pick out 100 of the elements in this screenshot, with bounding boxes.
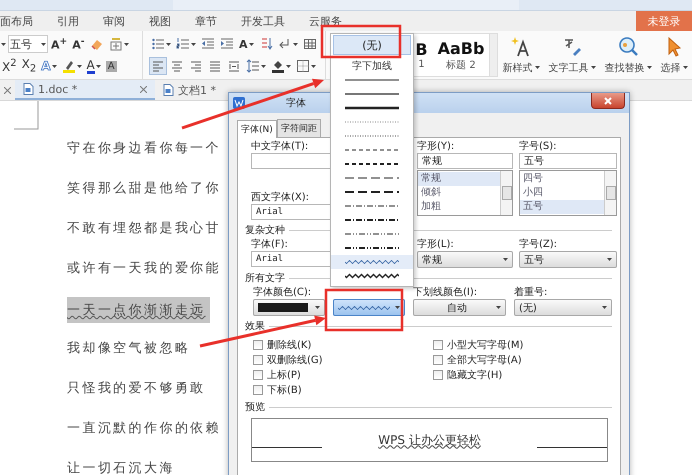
close-button[interactable] <box>591 93 625 109</box>
superscript-button[interactable]: X$^{2}$ <box>0 57 19 75</box>
checkbox[interactable] <box>253 384 263 394</box>
field-label: 西文字体(X): <box>251 191 310 204</box>
document-line: 或许有一天我的爱你能 <box>67 260 221 278</box>
document-tab[interactable]: 文档1 * <box>155 80 224 100</box>
menu-tab[interactable]: 章节 <box>183 14 229 28</box>
indent-icon <box>220 37 234 51</box>
close-icon <box>604 96 612 104</box>
shrink-font-button[interactable]: A$^{-}$ <box>70 35 87 53</box>
dropdown[interactable]: 五号 <box>519 251 617 268</box>
document-line: 笑得那么甜是他给了你 <box>67 180 221 198</box>
document-tab[interactable]: 1.doc * <box>15 80 155 100</box>
text-effect-button[interactable]: A <box>39 57 59 75</box>
list-option[interactable]: 四号 <box>520 172 604 186</box>
dropdown[interactable]: (无) <box>514 299 612 316</box>
checkbox[interactable] <box>433 340 443 350</box>
underline-style-sample <box>345 147 399 153</box>
borders-button[interactable] <box>294 57 318 75</box>
list-option[interactable]: 五号 <box>520 200 604 214</box>
char-scale-button[interactable]: A <box>237 35 256 53</box>
list-option[interactable]: 小四 <box>520 186 604 200</box>
menu-tab[interactable]: 面布局 <box>0 14 45 28</box>
caret-icon <box>41 42 46 46</box>
menu-section-label: 字下加线 <box>351 60 393 73</box>
underline-style-sample <box>345 119 399 125</box>
checkbox[interactable] <box>253 370 263 380</box>
checkbox-label: 小型大写字母(M) <box>447 338 524 352</box>
scrollbar[interactable] <box>500 171 512 215</box>
document-line: 一直沉默的作你的依赖 <box>67 420 221 438</box>
grow-font-button[interactable]: A$^{+}$ <box>49 35 70 53</box>
caret-icon <box>646 66 652 69</box>
caret-icon <box>602 306 607 309</box>
char-shading-button[interactable]: A <box>104 57 119 75</box>
caret-icon <box>166 42 171 46</box>
bullet-list-icon <box>151 37 165 51</box>
list-option[interactable]: 常规 <box>418 172 500 186</box>
justify-icon <box>208 59 222 73</box>
document-line: 让一切石沉大海 <box>67 460 175 475</box>
ribbon-button[interactable]: 文字工具 <box>546 31 598 79</box>
outdent-icon <box>201 37 215 51</box>
menu-tab[interactable]: 开发工具 <box>229 14 297 28</box>
caret-icon <box>124 42 129 46</box>
list-option[interactable]: 倾斜 <box>418 186 500 200</box>
dialog-tab[interactable]: 字体(N) <box>237 120 277 138</box>
align-left-icon <box>151 59 165 73</box>
dropdown[interactable]: 常规 <box>417 251 513 268</box>
text-field[interactable]: 五号 <box>519 153 617 169</box>
dialog-title: 字体 <box>286 96 306 110</box>
menu-tab[interactable]: 引用 <box>45 14 91 28</box>
font-size-field[interactable]: 五号 <box>8 35 48 53</box>
ribbon-button[interactable]: 选择 <box>658 31 690 79</box>
preview-text: WPS 让办公更轻松 <box>378 432 481 448</box>
underline-style-sample <box>345 105 399 111</box>
dialog-tab[interactable]: 字符间距 <box>276 119 321 137</box>
page-corner-mark <box>14 101 39 131</box>
subscript-button[interactable]: X$_{2}$ <box>20 57 38 75</box>
ribbon-button[interactable]: 查找替换 <box>602 31 654 79</box>
font-color-button[interactable]: A <box>84 57 103 75</box>
menu-item[interactable]: (无) <box>333 35 411 55</box>
line-spacing-button[interactable] <box>244 57 268 75</box>
caret-icon <box>76 64 82 68</box>
color-dropdown[interactable] <box>253 299 325 316</box>
checkbox[interactable] <box>433 370 443 380</box>
menu-tab[interactable]: 视图 <box>137 14 183 28</box>
list-option[interactable]: 加粗 <box>418 200 500 214</box>
close-icon[interactable] <box>4 86 11 94</box>
field-label: 字号(S): <box>519 140 557 153</box>
group-heading: 所有文字 <box>245 272 285 285</box>
checkbox-label: 删除线(K) <box>267 338 312 352</box>
scrollbar[interactable] <box>604 171 616 215</box>
eraser-icon <box>90 37 104 51</box>
dropdown[interactable]: 自动 <box>413 299 506 316</box>
field-label: 中文字体(T): <box>251 140 308 153</box>
checkbox[interactable] <box>433 354 443 364</box>
align-left-button[interactable] <box>149 57 167 75</box>
underline-style-sample <box>345 161 399 167</box>
style-name: 1 <box>418 59 425 70</box>
style-sample[interactable]: AaBb <box>438 38 484 58</box>
caret-icon <box>311 64 316 68</box>
caret-icon <box>395 306 400 309</box>
caret-icon <box>248 42 254 46</box>
document-line: 守在你身边看你每一个 <box>67 140 221 158</box>
text-field[interactable]: 常规 <box>417 153 513 169</box>
checkbox[interactable] <box>253 354 263 364</box>
gallery-scrollbar[interactable] <box>489 34 497 76</box>
caret-icon <box>96 64 101 68</box>
style-sample[interactable]: B <box>415 40 428 59</box>
checkbox[interactable] <box>253 340 263 350</box>
field-label: 字体(F): <box>251 238 288 251</box>
close-icon[interactable] <box>140 86 147 92</box>
caret-icon <box>682 66 688 69</box>
menu-tab[interactable]: 审阅 <box>91 14 137 28</box>
underline-style-dropdown[interactable] <box>333 299 405 316</box>
caret-icon <box>1 42 6 46</box>
highlighter-icon <box>62 59 76 73</box>
ribbon-button[interactable]: 新样式 <box>500 31 542 79</box>
underline-style-sample <box>345 77 399 83</box>
checkbox-label: 上标(P) <box>267 368 301 382</box>
style-name: 标题 2 <box>446 58 476 72</box>
